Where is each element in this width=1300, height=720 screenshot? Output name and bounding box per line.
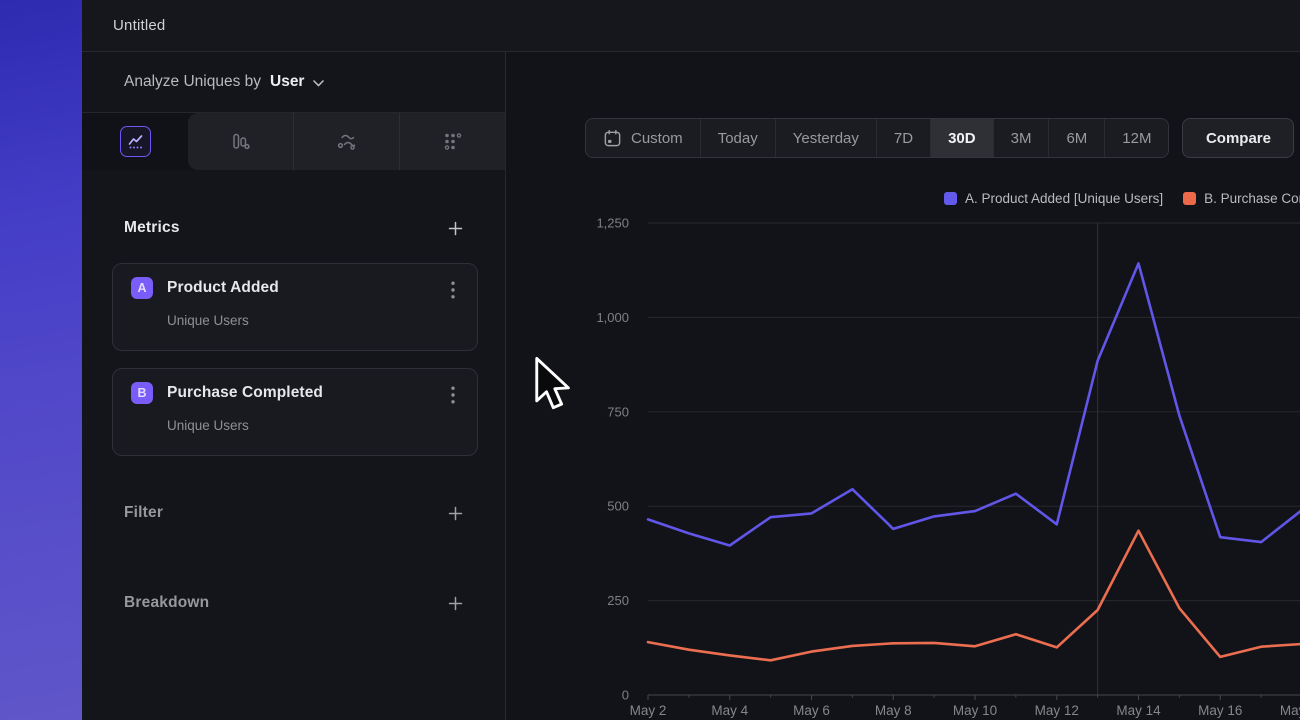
legend-swatch bbox=[1183, 192, 1196, 205]
metric-subtitle: Unique Users bbox=[167, 418, 461, 433]
chart-type-tabs bbox=[82, 113, 505, 170]
metric-title: Purchase Completed bbox=[167, 384, 323, 402]
legend-label: B. Purchase Completed [Unique Users] bbox=[1204, 191, 1300, 206]
range-today[interactable]: Today bbox=[700, 119, 775, 157]
report-title[interactable]: Untitled bbox=[113, 17, 165, 34]
metrics-section-header: Metrics bbox=[82, 213, 505, 243]
chart-type-tab-group bbox=[188, 113, 505, 170]
top-bar: Untitled bbox=[82, 0, 1300, 52]
series-line bbox=[648, 531, 1300, 661]
line-chart-icon bbox=[126, 132, 145, 151]
legend-label: A. Product Added [Unique Users] bbox=[965, 191, 1163, 206]
kebab-menu-icon[interactable] bbox=[445, 386, 461, 404]
legend-item[interactable]: A. Product Added [Unique Users] bbox=[944, 191, 1163, 206]
plus-icon[interactable] bbox=[448, 506, 463, 521]
query-builder-panel: Analyze Uniques by User bbox=[82, 52, 505, 720]
analyze-by-label: Analyze Uniques by bbox=[124, 73, 261, 91]
x-tick-label: May 4 bbox=[711, 703, 748, 718]
series-line bbox=[648, 263, 1300, 545]
tab-dots-grid[interactable] bbox=[399, 113, 505, 170]
metric-card[interactable]: A Product Added Unique Users bbox=[112, 263, 478, 351]
tab-flow-chart[interactable] bbox=[293, 113, 399, 170]
date-range-toolbar: CustomTodayYesterday7D30D3M6M12M Compare bbox=[585, 118, 1294, 158]
range-7d[interactable]: 7D bbox=[876, 119, 930, 157]
x-tick-label: May 2 bbox=[630, 703, 667, 718]
filter-label: Filter bbox=[124, 504, 163, 522]
range-6m[interactable]: 6M bbox=[1048, 119, 1104, 157]
y-tick-label: 1,250 bbox=[596, 216, 629, 231]
metric-subtitle: Unique Users bbox=[167, 313, 461, 328]
y-tick-label: 1,000 bbox=[596, 310, 629, 325]
x-tick-label: May 16 bbox=[1198, 703, 1242, 718]
x-tick-label: May 12 bbox=[1035, 703, 1079, 718]
range-3m[interactable]: 3M bbox=[993, 119, 1049, 157]
x-tick-label: May 8 bbox=[875, 703, 912, 718]
chart-panel: CustomTodayYesterday7D30D3M6M12M Compare… bbox=[505, 52, 1300, 720]
metric-title: Product Added bbox=[167, 279, 279, 297]
metric-badge: A bbox=[131, 277, 153, 299]
range-yesterday[interactable]: Yesterday bbox=[775, 119, 876, 157]
breakdown-section-header: Breakdown bbox=[82, 588, 505, 618]
compare-button[interactable]: Compare bbox=[1182, 118, 1294, 158]
y-tick-label: 0 bbox=[622, 688, 629, 703]
analyze-by-row: Analyze Uniques by User bbox=[82, 52, 505, 113]
dots-grid-icon bbox=[442, 131, 463, 152]
legend-swatch bbox=[944, 192, 957, 205]
x-tick-label: May 10 bbox=[953, 703, 997, 718]
bar-chart-icon bbox=[230, 131, 251, 152]
range-12m[interactable]: 12M bbox=[1104, 119, 1168, 157]
y-tick-label: 500 bbox=[607, 499, 629, 514]
plus-icon[interactable] bbox=[448, 596, 463, 611]
chart-legend: A. Product Added [Unique Users] B. Purcha… bbox=[944, 191, 1300, 206]
chevron-down-icon[interactable] bbox=[313, 80, 324, 87]
x-tick-label: May 18 bbox=[1280, 703, 1300, 718]
line-chart[interactable]: 0 250 500 750 1,000 1,250 May 2 May 4 May 6 May 8… bbox=[506, 210, 1300, 720]
range-30d[interactable]: 30D bbox=[930, 119, 993, 157]
x-tick-label: May 6 bbox=[793, 703, 830, 718]
breakdown-label: Breakdown bbox=[124, 594, 209, 612]
y-tick-label: 750 bbox=[607, 404, 629, 419]
metric-badge: B bbox=[131, 382, 153, 404]
metrics-label: Metrics bbox=[124, 219, 180, 237]
calendar-icon bbox=[603, 129, 622, 148]
kebab-menu-icon[interactable] bbox=[445, 281, 461, 299]
filter-section-header: Filter bbox=[82, 498, 505, 528]
date-range-segmented-control: CustomTodayYesterday7D30D3M6M12M bbox=[585, 118, 1169, 158]
range-custom[interactable]: Custom bbox=[586, 119, 700, 157]
y-tick-label: 250 bbox=[607, 593, 629, 608]
app-gradient-rail bbox=[0, 0, 82, 720]
x-tick-label: May 14 bbox=[1116, 703, 1161, 718]
tab-line-chart[interactable] bbox=[82, 113, 188, 170]
plus-icon[interactable] bbox=[448, 221, 463, 236]
analyze-by-value[interactable]: User bbox=[270, 73, 304, 91]
metric-card[interactable]: B Purchase Completed Unique Users bbox=[112, 368, 478, 456]
flow-chart-icon bbox=[336, 131, 358, 153]
legend-item[interactable]: B. Purchase Completed [Unique Users] bbox=[1183, 191, 1300, 206]
tab-bar-chart[interactable] bbox=[188, 113, 293, 170]
